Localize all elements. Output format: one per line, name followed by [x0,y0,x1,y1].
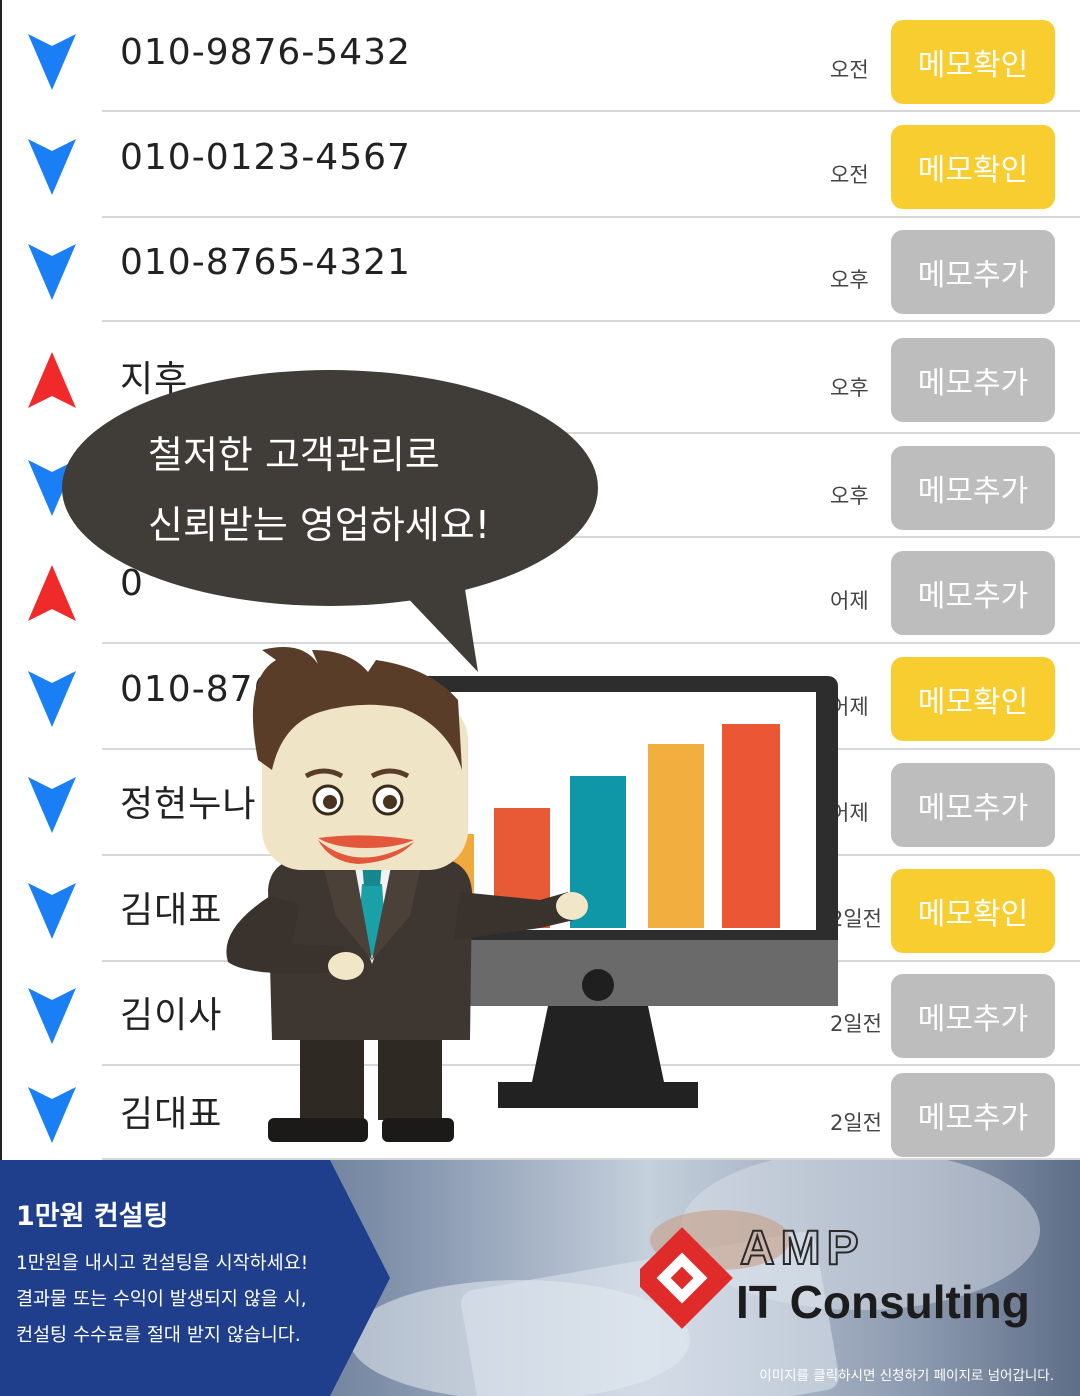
incoming-arrow-icon [28,34,76,90]
banner-desc-line-2: 결과물 또는 수익이 발생되지 않을 시, [16,1289,307,1310]
memo-add-button[interactable]: 메모추가 [891,446,1055,530]
memo-add-button[interactable]: 메모추가 [891,338,1055,422]
call-row[interactable]: 김대표 2일전 메모추가 [2,1066,1080,1160]
incoming-arrow-icon [28,244,76,300]
banner-click-note: 이미지를 클릭하시면 신청하기 페이지로 넘어갑니다. [759,1368,1054,1384]
call-time: 어제 [830,801,869,825]
memo-add-button[interactable]: 메모추가 [891,974,1055,1058]
incoming-arrow-icon [28,1087,76,1143]
call-time: 오후 [830,484,869,508]
call-row[interactable]: 김이사 2일전 메모추가 [2,962,1080,1066]
incoming-arrow-icon [28,883,76,939]
banner-desc-line-3: 컨설팅 수수료를 절대 받지 않습니다. [16,1325,301,1346]
speech-line-2: 신뢰받는 영업하세요! [148,503,490,547]
incoming-arrow-icon [28,988,76,1044]
banner-title: 1만원 컨설팅 [16,1201,169,1232]
contact-name: 010-876 [120,669,278,710]
call-row[interactable]: 010-8765-4321 오후 메모추가 [2,218,1080,322]
contact-name: 김이사 [120,995,223,1036]
incoming-arrow-icon [28,777,76,833]
outgoing-arrow-icon [28,565,76,621]
incoming-arrow-icon [28,671,76,727]
memo-add-button[interactable]: 메모추가 [891,1073,1055,1157]
memo-add-button[interactable]: 메모추가 [891,763,1055,847]
call-time: 오전 [830,163,869,187]
contact-name: 김대표 [120,1094,223,1135]
call-row[interactable]: 010-9876-5432 오전 메모확인 [2,8,1080,112]
call-time: 어제 [830,589,869,613]
call-time: 2일전 [830,1012,883,1036]
speech-line-1: 철저한 고객관리로 [148,433,440,477]
call-row[interactable]: 지후 오후 메모추가 [2,322,1080,434]
memo-add-button[interactable]: 메모추가 [891,230,1055,314]
incoming-arrow-icon [28,139,76,195]
contact-name: 0 [120,563,144,604]
logo-text-amp: AMP [740,1222,865,1275]
logo-text-it-consulting: IT Consulting [736,1276,1030,1328]
incoming-arrow-icon [28,460,76,516]
amp-it-consulting-logo: AMP IT Consulting [640,1222,1030,1329]
memo-add-button[interactable]: 메모추가 [891,551,1055,635]
memo-view-button[interactable]: 메모확인 [891,869,1055,953]
call-time: 오후 [830,268,869,292]
contact-name: 010-8765-4321 [120,242,411,283]
contact-name: 지후 [120,359,189,400]
contact-name: 정현누나 [120,784,257,825]
contact-name: 010-0123-4567 [120,137,411,178]
speech-bubble-text: 철저한 고객관리로 신뢰받는 영업하세요! [148,420,490,560]
banner-description: 1만원을 내시고 컨설팅을 시작하세요! 결과물 또는 수익이 발생되지 않을 … [16,1246,308,1354]
contact-name: 김대표 [120,890,223,931]
banner-desc-line-1: 1만원을 내시고 컨설팅을 시작하세요! [16,1253,309,1274]
memo-view-button[interactable]: 메모확인 [891,125,1055,209]
call-time: 오전 [830,58,869,82]
call-row[interactable]: 010-876 어제 메모확인 [2,644,1080,750]
call-time: 2일전 [830,1111,883,1135]
contact-name: 010-9876-5432 [120,32,411,73]
outgoing-arrow-icon [28,352,76,408]
call-row[interactable]: 010-0123-4567 오전 메모확인 [2,112,1080,218]
call-row[interactable]: 정현누나 어제 메모추가 [2,750,1080,856]
call-time: 오후 [830,376,869,400]
call-time: 2일전 [830,907,883,931]
memo-view-button[interactable]: 메모확인 [891,20,1055,104]
consulting-banner[interactable]: 1만원 컨설팅 1만원을 내시고 컨설팅을 시작하세요! 결과물 또는 수익이 … [0,1160,1080,1396]
call-row[interactable]: 김대표 2일전 메모확인 [2,856,1080,962]
call-history-list: 010-9876-5432 오전 메모확인 010-0123-4567 오전 메모확인 01… [0,0,1080,1160]
memo-view-button[interactable]: 메모확인 [891,657,1055,741]
call-time: 어제 [830,695,869,719]
